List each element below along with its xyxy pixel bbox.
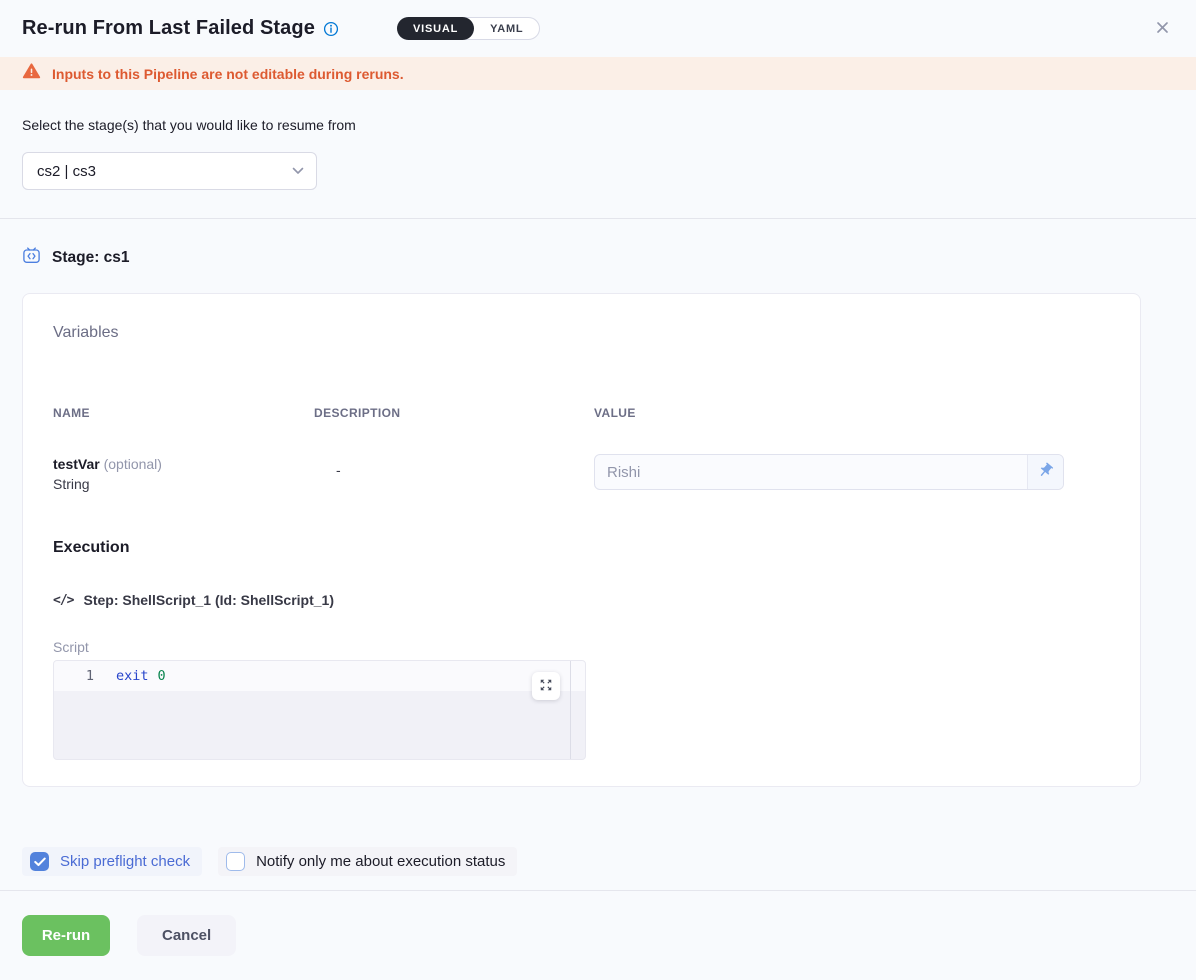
step-header: </> Step: ShellScript_1 (Id: ShellScript… <box>53 590 1110 610</box>
dialog-footer: Re-run Cancel <box>0 891 1196 980</box>
pin-icon <box>1037 462 1054 482</box>
notify-only-me-label: Notify only me about execution status <box>256 853 505 870</box>
warning-banner: Inputs to this Pipeline are not editable… <box>0 57 1196 90</box>
close-icon <box>1155 20 1170 38</box>
variable-value-input[interactable] <box>595 455 1027 489</box>
stage-title: Stage: cs1 <box>52 249 130 267</box>
run-options: Skip preflight check Notify only me abou… <box>22 847 1174 876</box>
table-row: testVar (optional) String - <box>53 454 1110 494</box>
editor-line: 1 exit 0 <box>54 661 585 691</box>
warning-icon <box>22 62 41 85</box>
skip-preflight-option[interactable]: Skip preflight check <box>22 847 202 876</box>
stage-select-label: Select the stage(s) that you would like … <box>22 117 1174 133</box>
column-name: NAME <box>53 406 314 420</box>
skip-preflight-label: Skip preflight check <box>60 853 190 870</box>
rerun-dialog: Re-run From Last Failed Stage VISUAL YAM… <box>0 0 1196 980</box>
chevron-down-icon <box>292 162 304 180</box>
expand-icon <box>539 678 553 695</box>
column-description: DESCRIPTION <box>314 406 594 420</box>
script-editor[interactable]: 1 exit 0 <box>53 660 586 760</box>
code-step-icon: </> <box>53 593 73 608</box>
close-button[interactable] <box>1151 16 1174 42</box>
stage-header: Stage: cs1 <box>22 247 1141 269</box>
stage-select-value: cs2 | cs3 <box>37 163 292 180</box>
ci-stage-icon <box>22 246 41 270</box>
checkmark-icon <box>34 857 46 867</box>
editor-scrollbar[interactable] <box>570 661 571 759</box>
rerun-button[interactable]: Re-run <box>22 915 110 956</box>
variable-type: String <box>53 474 314 494</box>
code-number: 0 <box>158 668 166 684</box>
visual-yaml-toggle: VISUAL YAML <box>397 17 541 40</box>
skip-preflight-checkbox[interactable] <box>30 852 49 871</box>
notify-only-me-checkbox[interactable] <box>226 852 245 871</box>
info-icon[interactable] <box>323 21 339 37</box>
variable-value-cell <box>594 454 1110 490</box>
step-title: Step: ShellScript_1 (Id: ShellScript_1) <box>83 592 334 608</box>
notify-only-me-option[interactable]: Notify only me about execution status <box>218 847 517 876</box>
warning-message: Inputs to this Pipeline are not editable… <box>52 66 404 82</box>
stage-form-card: Variables NAME DESCRIPTION VALUE testVar… <box>22 293 1141 787</box>
value-input-group <box>594 454 1064 490</box>
variable-description: - <box>314 454 594 478</box>
column-value: VALUE <box>594 406 1110 420</box>
stage-section: Stage: cs1 Variables NAME DESCRIPTION VA… <box>0 219 1196 787</box>
variables-table-header: NAME DESCRIPTION VALUE <box>53 406 1110 420</box>
variables-heading: Variables <box>53 324 1110 342</box>
stage-select-section: Select the stage(s) that you would like … <box>0 90 1196 219</box>
pin-button[interactable] <box>1027 455 1063 489</box>
line-number: 1 <box>54 668 116 684</box>
variable-optional-tag: (optional) <box>104 456 162 472</box>
variable-name: testVar <box>53 456 100 472</box>
expand-editor-button[interactable] <box>532 672 560 700</box>
tab-visual[interactable]: VISUAL <box>397 17 474 40</box>
code-keyword: exit <box>116 668 149 684</box>
execution-heading: Execution <box>53 538 1110 558</box>
script-label: Script <box>53 638 1110 656</box>
tab-yaml[interactable]: YAML <box>474 17 539 40</box>
variable-name-cell: testVar (optional) String <box>53 454 314 494</box>
cancel-button[interactable]: Cancel <box>137 915 236 956</box>
dialog-title: Re-run From Last Failed Stage <box>22 17 315 40</box>
dialog-header: Re-run From Last Failed Stage VISUAL YAM… <box>0 0 1196 57</box>
stage-select-dropdown[interactable]: cs2 | cs3 <box>22 152 317 190</box>
